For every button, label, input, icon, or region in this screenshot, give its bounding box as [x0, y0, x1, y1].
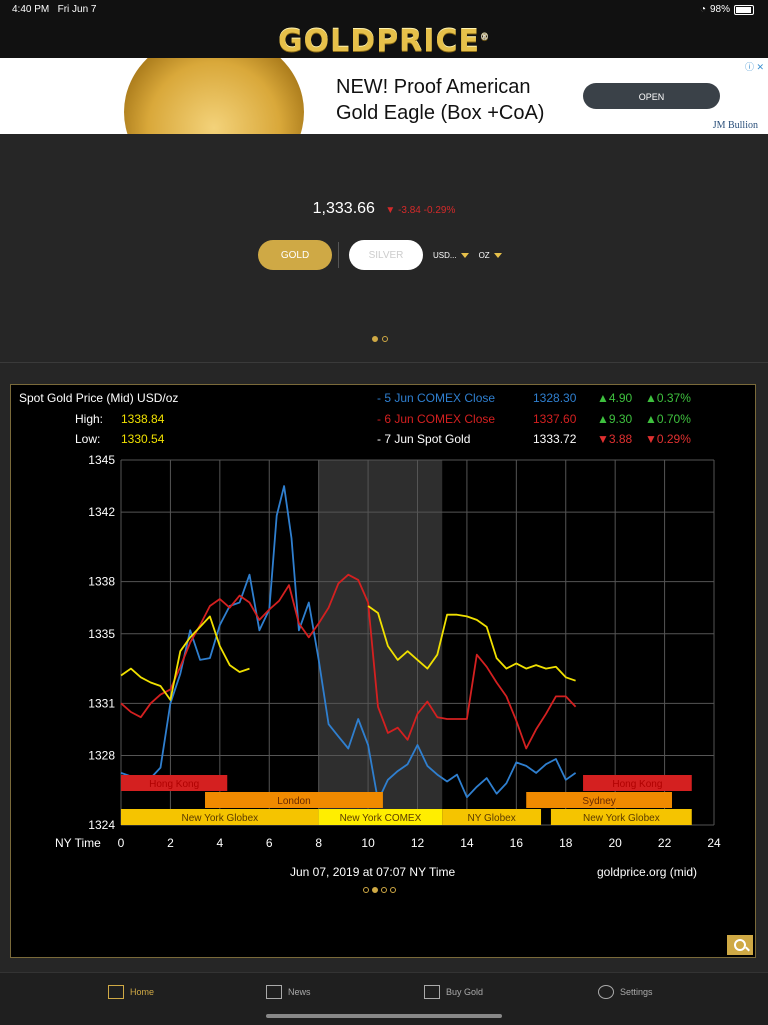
x-axis-label: NY Time [55, 836, 101, 850]
status-right: ◔ 98% [700, 4, 754, 15]
x-tick-label: 4 [216, 836, 223, 850]
chevron-down-icon [460, 252, 469, 258]
page-indicator-chart[interactable] [363, 887, 396, 893]
tab-settings[interactable]: Settings [598, 985, 653, 999]
news-icon [266, 985, 282, 999]
y-tick-label: 1324 [88, 818, 115, 832]
page-dot[interactable] [381, 887, 387, 893]
settings-icon [598, 985, 614, 999]
page-dot[interactable] [372, 887, 378, 893]
y-tick-label: 1328 [88, 748, 115, 762]
price-display: 1,333.66 ▼ -3.84 -0.29% [0, 200, 768, 218]
tab-home[interactable]: Home [108, 985, 154, 999]
zoom-icon[interactable] [727, 935, 753, 955]
x-tick-label: 12 [411, 836, 425, 850]
price-change: ▼ -3.84 -0.29% [385, 205, 456, 216]
home-icon [108, 985, 124, 999]
ad-title: NEW! Proof American Gold Eagle (Box +CoA) [336, 76, 545, 124]
app-header: GOLDPRICE® [0, 20, 768, 59]
chart-panel: Spot Gold Price (Mid) USD/oz High: 1338.… [10, 384, 756, 958]
chevron-down-icon [493, 252, 502, 258]
y-tick-label: 1345 [88, 453, 115, 467]
gold-toggle-button[interactable]: GOLD [258, 240, 332, 270]
session-label: London [277, 796, 310, 807]
unit-dropdown[interactable]: OZ [479, 251, 502, 260]
y-tick-label: 1335 [88, 627, 115, 641]
ad-banner[interactable]: NEW! Proof American Gold Eagle (Box +CoA)… [0, 58, 768, 134]
status-time: 4:40 PM Fri Jun 7 [12, 4, 97, 15]
chart-timestamp: Jun 07, 2019 at 07:07 NY Time [290, 865, 456, 879]
goldprice-logo: GOLDPRICE® [278, 24, 490, 59]
page-dot[interactable] [363, 887, 369, 893]
session-label: New York Globex [181, 813, 258, 824]
x-tick-label: 6 [266, 836, 273, 850]
session-label: Sydney [582, 796, 615, 807]
buy-gold-icon [424, 985, 440, 999]
status-bar: 4:40 PM Fri Jun 7 ◔ 98% [0, 0, 768, 20]
ad-info-icon[interactable]: ⓘ ✕ [745, 60, 764, 73]
y-tick-label: 1342 [88, 505, 115, 519]
battery-icon [734, 4, 754, 15]
session-label: Hong Kong [612, 779, 662, 790]
currency-dropdown[interactable]: USD... [433, 251, 469, 260]
divider [0, 362, 768, 363]
home-indicator [266, 1014, 502, 1018]
battery-percent: 98% [709, 4, 730, 15]
metal-controls: GOLD SILVER USD... OZ [258, 240, 502, 270]
page-dot[interactable] [382, 336, 388, 342]
ad-open-button[interactable]: OPEN [583, 83, 720, 109]
page-dot[interactable] [390, 887, 396, 893]
tab-news[interactable]: News [266, 985, 311, 999]
tab-buy-gold[interactable]: Buy Gold [424, 985, 483, 999]
x-tick-label: 10 [361, 836, 375, 850]
chart-source: goldprice.org (mid) [597, 865, 698, 879]
session-label: New York COMEX [340, 813, 422, 824]
x-tick-label: 20 [608, 836, 622, 850]
y-tick-label: 1338 [88, 575, 115, 589]
x-tick-label: 24 [707, 836, 721, 850]
x-tick-label: 14 [460, 836, 474, 850]
silver-toggle-button[interactable]: SILVER [349, 240, 423, 270]
x-tick-label: 0 [118, 836, 125, 850]
x-tick-label: 18 [559, 836, 573, 850]
comex-session-shade [318, 460, 443, 825]
x-tick-label: 22 [658, 836, 672, 850]
x-tick-label: 16 [510, 836, 524, 850]
page-dot[interactable] [372, 336, 378, 342]
session-label: NY Globex [468, 813, 516, 824]
session-label: New York Globex [583, 813, 660, 824]
page-indicator-top[interactable] [372, 336, 388, 342]
gold-eagle-coin-image [124, 58, 304, 134]
y-tick-label: 1331 [88, 696, 115, 710]
ad-brand-logo: JM Bullion [712, 120, 758, 131]
x-tick-label: 2 [167, 836, 174, 850]
wifi-icon: ◔ [699, 4, 706, 15]
session-label: Hong Kong [149, 779, 199, 790]
divider [338, 242, 339, 268]
x-tick-label: 8 [315, 836, 322, 850]
spot-price: 1,333.66 [312, 200, 375, 217]
